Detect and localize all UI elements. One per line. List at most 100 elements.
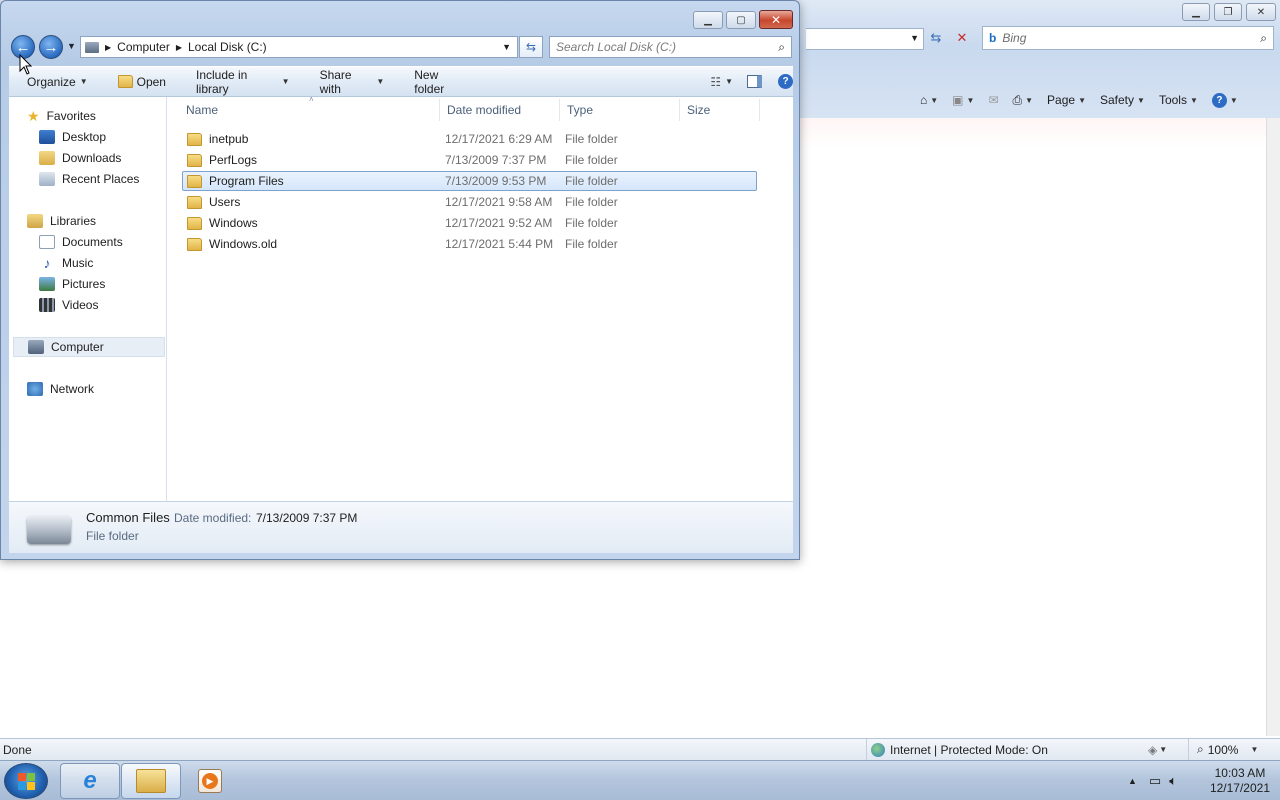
popup-blocker[interactable]: ◈ ▼ (1142, 743, 1188, 757)
file-row[interactable]: Users 12/17/2021 9:58 AM File folder (183, 192, 757, 212)
nav-network-label: Network (50, 382, 95, 396)
taskbar-internet-explorer[interactable]: e (60, 763, 120, 799)
taskbar-windows-explorer[interactable] (121, 763, 181, 799)
preview-pane-button[interactable] (747, 75, 762, 88)
nav-music[interactable]: ♪ Music (39, 253, 94, 273)
ie-stop-button[interactable]: ✕ (951, 27, 973, 49)
print-button[interactable]: ⎙ ▼ (1013, 93, 1034, 108)
organize-button[interactable]: Organize ▼ (27, 75, 88, 89)
mail-button[interactable]: ✉ (988, 93, 998, 107)
file-row[interactable]: PerfLogs 7/13/2009 7:37 PM File folder (183, 150, 757, 170)
page-menu[interactable]: Page ▼ (1047, 93, 1086, 107)
nav-network[interactable]: Network (27, 379, 94, 399)
help-menu[interactable]: ? ▼ (1211, 92, 1238, 108)
file-row[interactable]: Program Files 7/13/2009 9:53 PM File folde… (182, 171, 757, 191)
explorer-address-bar[interactable]: ▶ Computer ▶ Local Disk (C:) ▼ (80, 36, 518, 58)
column-date-modified[interactable]: Date modified (447, 103, 521, 117)
network-tray-icon[interactable]: ▭ (1149, 773, 1161, 789)
search-icon[interactable]: ⌕ (1260, 31, 1267, 46)
ie-scrollbar[interactable] (1266, 118, 1280, 736)
share-with-button[interactable]: Share with ▼ (320, 68, 385, 96)
show-hidden-icons-button[interactable]: ▲ (1128, 776, 1137, 786)
home-button[interactable]: ⌂ ▼ (920, 93, 938, 107)
column-size[interactable]: Size (687, 103, 710, 117)
start-button[interactable] (4, 763, 48, 799)
zoom-control[interactable]: ⌕ 100% ▼ (1188, 739, 1258, 760)
column-name[interactable]: Name (186, 103, 218, 117)
nav-pictures[interactable]: Pictures (39, 274, 105, 294)
chevron-down-icon: ▼ (1078, 95, 1086, 105)
share-with-label: Share with (319, 67, 352, 96)
recent-places-icon (39, 172, 55, 186)
nav-videos[interactable]: Videos (39, 295, 98, 315)
address-history-dropdown[interactable]: ▼ (502, 42, 511, 52)
nav-favorites-label: Favorites (46, 109, 96, 123)
ie-minimize-button[interactable]: ▁ (1182, 3, 1210, 21)
explorer-minimize-button[interactable]: ▁ (693, 11, 723, 29)
back-arrow-icon: ← (15, 38, 31, 56)
nav-favorites[interactable]: ★ Favorites (27, 106, 96, 126)
help-icon: ? (778, 74, 793, 89)
nav-downloads[interactable]: Downloads (39, 148, 121, 168)
breadcrumb-local-disk[interactable]: Local Disk (C:) (188, 40, 267, 54)
volume-icon[interactable]: 🔈︎ (1169, 773, 1177, 789)
folder-icon (187, 153, 202, 167)
search-icon[interactable]: ⌕ (778, 40, 785, 55)
feeds-button[interactable]: ▣ ▼ (952, 93, 974, 107)
taskbar-media-player[interactable]: ▶ (198, 769, 222, 793)
change-view-button[interactable]: ☷ ▼ (710, 75, 733, 89)
open-button[interactable]: Open (117, 75, 166, 89)
nav-documents[interactable]: Documents (39, 232, 123, 252)
details-date-label: Date modified: (174, 511, 252, 525)
chevron-down-icon: ▼ (79, 77, 88, 86)
zoom-icon: ⌕ (1197, 742, 1204, 756)
column-divider[interactable] (679, 99, 680, 121)
file-row[interactable]: Windows.old 12/17/2021 5:44 PM File folder (183, 234, 757, 254)
include-in-library-button[interactable]: Include in library ▼ (196, 68, 290, 96)
safety-menu[interactable]: Safety ▼ (1100, 93, 1145, 107)
clock[interactable]: 10:03 AM 12/17/2021 (1210, 766, 1270, 796)
chevron-down-icon: ▼ (1189, 95, 1198, 105)
explorer-close-button[interactable]: ✕ (759, 10, 793, 29)
folder-open-icon (117, 75, 133, 88)
file-name: inetpub (209, 132, 249, 146)
explorer-help-button[interactable]: ? (778, 74, 793, 89)
nav-libraries[interactable]: Libraries (27, 211, 96, 231)
ie-refresh-button[interactable]: ⇆ (925, 27, 947, 49)
new-folder-button[interactable]: New folder (414, 68, 468, 96)
breadcrumb-computer[interactable]: Computer (117, 40, 170, 54)
ie-close-button[interactable]: ✕ (1246, 3, 1276, 21)
file-row[interactable]: inetpub 12/17/2021 6:29 AM File folder (183, 129, 757, 149)
column-divider[interactable] (439, 99, 440, 121)
ie-search-box[interactable]: b Bing ⌕ (982, 26, 1274, 50)
ie-restore-button[interactable]: ❐ (1214, 3, 1242, 21)
navigation-pane: ★ Favorites Desktop Downloads Recent Plac… (9, 97, 167, 501)
forward-button[interactable]: → (39, 35, 63, 59)
nav-recent-places[interactable]: Recent Places (39, 169, 139, 189)
recent-pages-dropdown[interactable]: ▼ (67, 41, 76, 51)
nav-desktop[interactable]: Desktop (39, 127, 106, 147)
chevron-up-icon: ▲ (1128, 776, 1137, 786)
explorer-maximize-button[interactable]: ▢ (726, 11, 756, 29)
nav-computer[interactable]: Computer (13, 337, 165, 357)
tools-menu[interactable]: Tools ▼ (1159, 93, 1198, 107)
explorer-search-box[interactable]: Search Local Disk (C:) ⌕ (549, 36, 792, 58)
security-zone[interactable]: Internet | Protected Mode: On (866, 739, 1142, 760)
ie-address-bar[interactable]: ▼ (806, 28, 924, 50)
status-text: Done (3, 742, 32, 757)
computer-icon (28, 340, 44, 354)
file-type: File folder (565, 195, 618, 209)
downloads-icon (39, 151, 55, 165)
column-divider[interactable] (559, 99, 560, 121)
explorer-refresh-button[interactable]: ⇆ (519, 36, 543, 58)
breadcrumb-separator-icon: ▶ (175, 42, 182, 52)
file-row[interactable]: Windows 12/17/2021 9:52 AM File folder (183, 213, 757, 233)
chevron-down-icon[interactable]: ▼ (910, 33, 919, 43)
column-divider[interactable] (759, 99, 760, 121)
nav-pictures-label: Pictures (62, 277, 106, 291)
column-type[interactable]: Type (567, 103, 593, 117)
folder-icon (187, 237, 202, 251)
chevron-down-icon: ▼ (725, 77, 733, 86)
clock-time: 10:03 AM (1214, 766, 1266, 780)
computer-icon (85, 41, 99, 53)
